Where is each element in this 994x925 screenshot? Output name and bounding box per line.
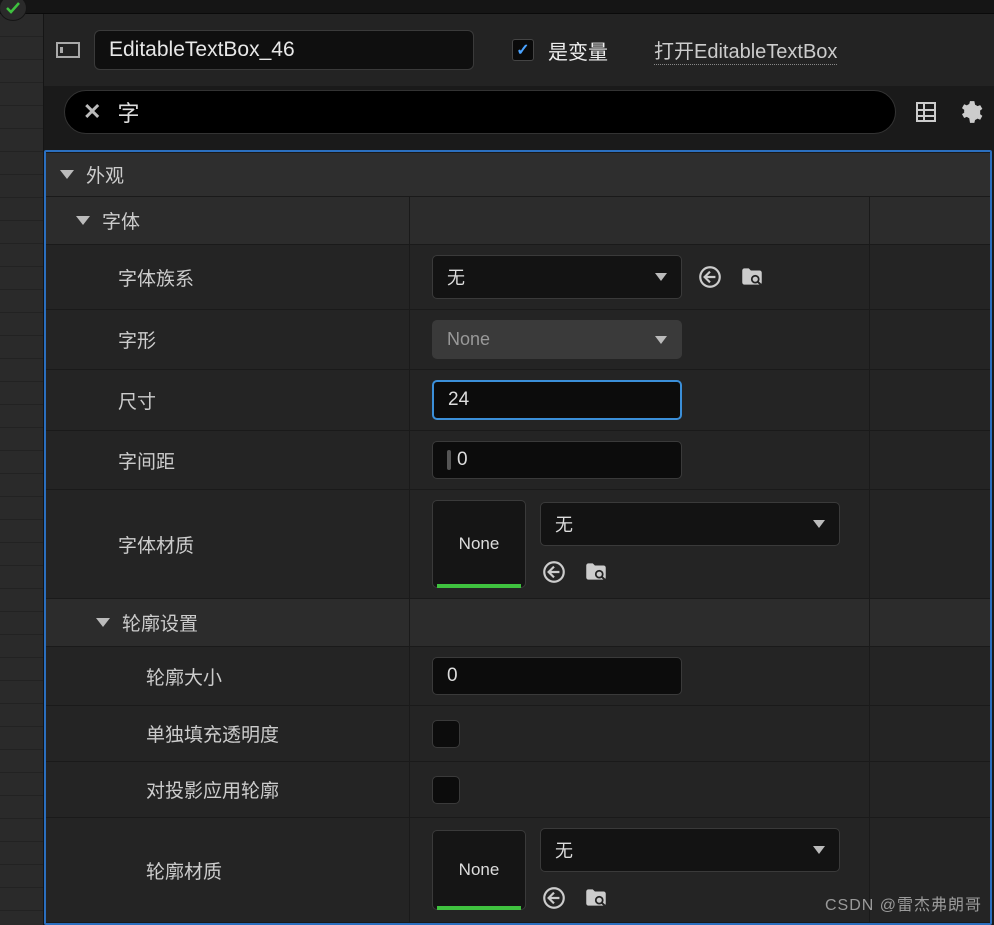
browse-asset-icon[interactable] (582, 558, 610, 586)
prop-label: 字间距 (46, 431, 410, 489)
chevron-down-icon (813, 520, 825, 528)
prop-label: 对投影应用轮廓 (46, 762, 410, 817)
grid-view-icon[interactable] (912, 98, 940, 126)
open-widget-link[interactable]: 打开EditableTextBox (654, 35, 837, 65)
widget-name-input[interactable] (94, 30, 474, 70)
prop-typeface: 字形 None (46, 310, 990, 370)
search-row: ✕ (44, 86, 994, 150)
chevron-down-icon (76, 216, 90, 225)
browse-asset-icon[interactable] (738, 263, 766, 291)
prop-outline-size: 轮廓大小 0 (46, 647, 990, 706)
prop-font-family: 字体族系 无 (46, 245, 990, 310)
typeface-dropdown[interactable]: None (432, 320, 682, 359)
separate-fill-alpha-checkbox[interactable] (432, 720, 460, 748)
search-box[interactable]: ✕ (64, 90, 896, 134)
section-outline[interactable]: 轮廓设置 (46, 599, 990, 647)
dropdown-value: 无 (447, 264, 465, 290)
use-asset-icon[interactable] (696, 263, 724, 291)
dropdown-value: 无 (555, 837, 573, 863)
prop-label: 单独填充透明度 (46, 706, 410, 761)
section-label: 外观 (86, 161, 124, 188)
widget-type-icon (56, 42, 80, 58)
section-label: 轮廓设置 (122, 609, 198, 636)
left-gutter (0, 0, 44, 925)
dropdown-value: 无 (555, 511, 573, 537)
prop-font-material: 字体材质 None 无 (46, 490, 990, 599)
prop-size: 尺寸 (46, 370, 990, 431)
outline-material-dropdown[interactable]: 无 (540, 828, 840, 872)
material-thumbnail[interactable]: None (432, 830, 526, 910)
clear-search-icon[interactable]: ✕ (83, 99, 101, 125)
prop-label: 字体材质 (46, 490, 410, 598)
details-panel: 是变量 打开EditableTextBox ✕ 外观 字体 (44, 0, 994, 925)
font-material-dropdown[interactable]: 无 (540, 502, 840, 546)
prop-separate-fill-alpha: 单独填充透明度 (46, 706, 990, 762)
dropdown-value: None (447, 329, 490, 350)
outline-size-input[interactable]: 0 (432, 657, 682, 695)
chevron-down-icon (60, 170, 74, 179)
chevron-down-icon (813, 846, 825, 854)
chevron-down-icon (655, 273, 667, 281)
input-value: 0 (447, 665, 458, 687)
details-content: 外观 字体 字体族系 无 (44, 150, 992, 925)
font-size-input[interactable] (432, 380, 682, 420)
letter-spacing-input[interactable]: 0 (432, 441, 682, 479)
apply-outline-shadow-checkbox[interactable] (432, 776, 460, 804)
use-asset-icon[interactable] (540, 884, 568, 912)
prop-label: 字体族系 (46, 245, 410, 309)
search-input[interactable] (117, 99, 877, 125)
section-font[interactable]: 字体 (46, 197, 990, 245)
is-variable-checkbox[interactable] (512, 39, 534, 61)
use-asset-icon[interactable] (540, 558, 568, 586)
prop-label: 字形 (46, 310, 410, 369)
gear-icon[interactable] (956, 98, 984, 126)
prop-label: 尺寸 (46, 370, 410, 430)
browse-asset-icon[interactable] (582, 884, 610, 912)
prop-apply-outline-shadow: 对投影应用轮廓 (46, 762, 990, 818)
font-family-dropdown[interactable]: 无 (432, 255, 682, 299)
prop-letter-spacing: 字间距 0 (46, 431, 990, 490)
section-label: 字体 (102, 207, 140, 234)
prop-outline-material: 轮廓材质 None 无 (46, 818, 990, 923)
is-variable-label: 是变量 (548, 36, 608, 65)
material-thumbnail[interactable]: None (432, 500, 526, 588)
input-value: 0 (457, 449, 468, 471)
header-row: 是变量 打开EditableTextBox (44, 14, 994, 86)
prop-label: 轮廓大小 (46, 647, 410, 705)
chevron-down-icon (96, 618, 110, 627)
chevron-down-icon (655, 336, 667, 344)
section-appearance[interactable]: 外观 (46, 152, 990, 197)
prop-label: 轮廓材质 (46, 818, 410, 922)
